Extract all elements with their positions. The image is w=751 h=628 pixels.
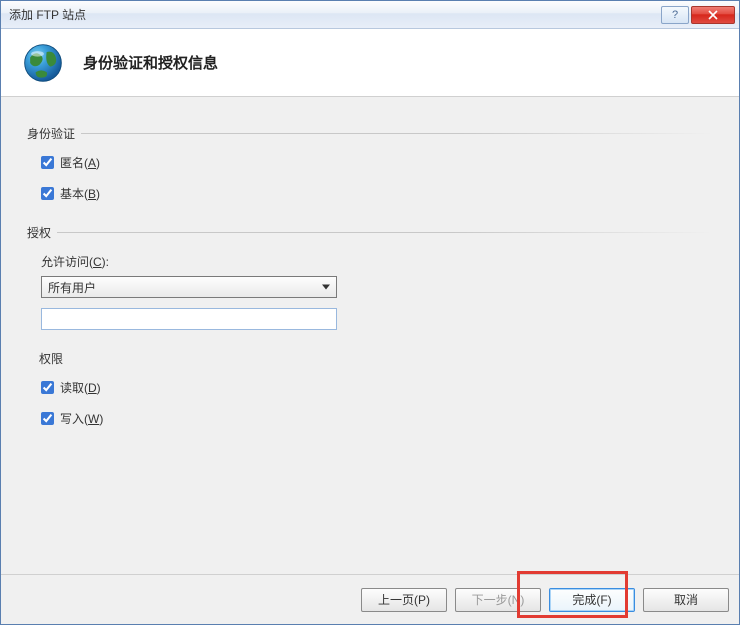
authentication-section: 身份验证 匿名(A) 基本(B) [27, 125, 713, 202]
page-title: 身份验证和授权信息 [83, 52, 218, 73]
allow-access-select-wrap: 所有用户 [41, 276, 337, 298]
anonymous-checkbox-row: 匿名(A) [41, 154, 713, 171]
authorization-input[interactable] [41, 308, 337, 330]
anonymous-checkbox[interactable] [41, 156, 54, 169]
titlebar-buttons: ? [659, 6, 735, 24]
authorization-legend: 授权 [27, 224, 713, 241]
next-button: 下一步(N) [455, 588, 541, 612]
dialog-header: 身份验证和授权信息 [1, 29, 739, 97]
anonymous-label[interactable]: 匿名(A) [60, 154, 100, 171]
close-button[interactable] [691, 6, 735, 24]
dialog-footer: 上一页(P) 下一步(N) 完成(F) 取消 [1, 574, 739, 624]
cancel-button[interactable]: 取消 [643, 588, 729, 612]
read-label[interactable]: 读取(D) [60, 379, 101, 396]
dialog-window: 添加 FTP 站点 ? [0, 0, 740, 625]
permissions-section: 权限 读取(D) 写入(W) [27, 350, 713, 427]
write-checkbox[interactable] [41, 412, 54, 425]
help-button[interactable]: ? [661, 6, 689, 24]
window-title: 添加 FTP 站点 [9, 6, 659, 23]
globe-icon [21, 41, 65, 85]
chevron-down-icon [322, 285, 330, 290]
previous-button[interactable]: 上一页(P) [361, 588, 447, 612]
close-icon [708, 10, 718, 20]
basic-checkbox[interactable] [41, 187, 54, 200]
allow-access-label: 允许访问(C): [41, 253, 713, 270]
dialog-content: 身份验证 匿名(A) 基本(B) 授权 允许访问(C): 所有用户 [1, 97, 739, 575]
allow-access-select[interactable]: 所有用户 [41, 276, 337, 298]
basic-checkbox-row: 基本(B) [41, 185, 713, 202]
permissions-label: 权限 [39, 350, 713, 367]
read-checkbox-row: 读取(D) [41, 379, 713, 396]
titlebar: 添加 FTP 站点 ? [1, 1, 739, 29]
read-checkbox[interactable] [41, 381, 54, 394]
allow-access-value: 所有用户 [48, 279, 96, 296]
help-icon: ? [672, 9, 678, 21]
write-label[interactable]: 写入(W) [60, 410, 103, 427]
write-checkbox-row: 写入(W) [41, 410, 713, 427]
basic-label[interactable]: 基本(B) [60, 185, 100, 202]
authorization-section: 授权 允许访问(C): 所有用户 权限 读取(D) 写入(W) [27, 224, 713, 427]
authentication-legend: 身份验证 [27, 125, 713, 142]
finish-button[interactable]: 完成(F) [549, 588, 635, 612]
